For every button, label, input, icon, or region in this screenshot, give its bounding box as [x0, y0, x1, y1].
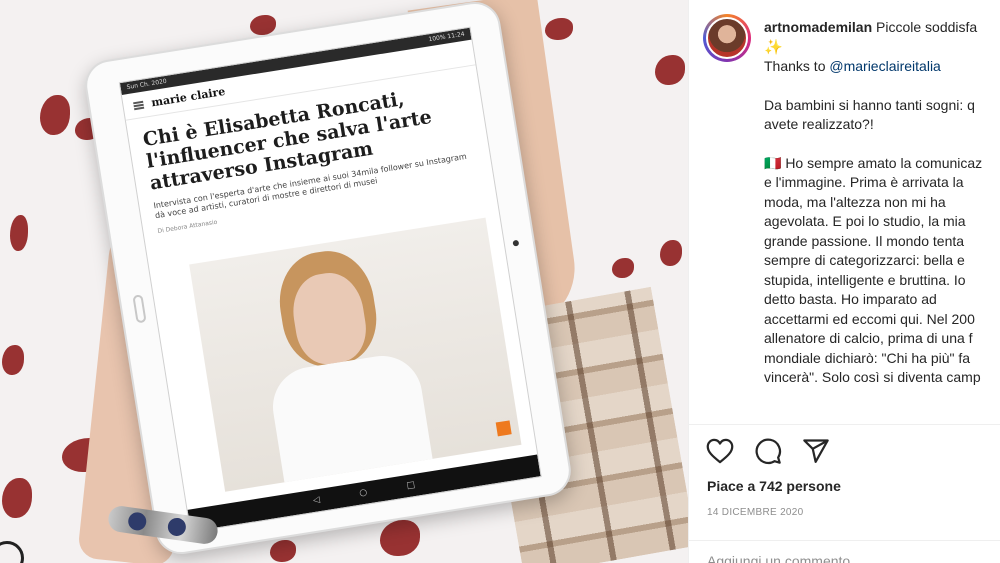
tablet-home-button	[132, 294, 147, 324]
caption-line: vincerà". Solo così si diventa camp	[764, 369, 981, 385]
rose-petal	[660, 240, 682, 266]
send-icon[interactable]	[801, 436, 831, 466]
caption-line: grande passione. Il mondo tenta	[764, 232, 965, 249]
caption-line: accettarmi ed eccomi qui. Nel 200	[764, 310, 975, 327]
caption-line: e l'immagine. Prima è arrivata la	[764, 174, 964, 190]
rose-petal	[380, 520, 420, 556]
comment-input[interactable]: Aggiungi un commento...	[707, 553, 862, 563]
divider	[689, 424, 1000, 425]
caption-line: allenatore di calcio, prima di una f	[764, 330, 973, 346]
post-date[interactable]: 14 DICEMBRE 2020	[707, 507, 804, 518]
caption-line: mondiale dichiarò: "Chi ha più" fa	[764, 349, 971, 366]
caption-text: artnomademilan Piccole soddisfa ✨ Thanks…	[764, 18, 1000, 388]
rose-petal	[655, 55, 685, 85]
post-side-panel: artnomademilan Piccole soddisfa ✨ Thanks…	[688, 0, 1000, 563]
portrait-face	[287, 268, 371, 369]
comment-icon[interactable]	[753, 436, 783, 466]
sparkle-icon: ✨	[764, 38, 783, 56]
caption-first-line: Piccole soddisfa	[876, 19, 978, 35]
recents-icon: □	[405, 479, 416, 492]
likes-count[interactable]: Piace a 742 persone	[707, 478, 841, 494]
share-badge-icon	[495, 420, 512, 437]
rose-petal	[2, 478, 32, 518]
caption-line: 🇮🇹 Ho sempre amato la comunicaz	[764, 154, 983, 171]
heart-icon[interactable]	[705, 436, 735, 466]
mention-link[interactable]: @marieclaireitalia	[829, 58, 940, 74]
avatar-image	[706, 17, 748, 59]
tablet-screen: Sun Ch. 2020 100% 11:24 marie claire Chi…	[118, 26, 542, 533]
rose-petal	[2, 345, 24, 375]
carousel-indicator-icon[interactable]	[0, 541, 24, 563]
avatar[interactable]	[703, 14, 751, 62]
bracelet-gem	[127, 511, 148, 532]
username-link[interactable]: artnomademilan	[764, 19, 872, 35]
post-actions	[705, 436, 831, 466]
article-photo	[189, 217, 522, 492]
caption-line: detto basta. Ho imparato ad	[764, 291, 937, 307]
rose-petal	[250, 15, 276, 35]
rose-petal	[10, 215, 28, 251]
divider	[689, 540, 1000, 541]
rose-petal	[40, 95, 70, 135]
caption-line: sempre di categorizzarci: bella e	[764, 252, 965, 268]
portrait-body	[267, 350, 433, 483]
menu-icon	[133, 100, 145, 110]
rose-petal	[270, 540, 296, 562]
back-icon: ◁	[312, 495, 321, 507]
home-icon: ○	[358, 487, 368, 499]
caption-line: Da bambini si hanno tanti sogni: q	[764, 96, 975, 113]
post-photo[interactable]: Sun Ch. 2020 100% 11:24 marie claire Chi…	[0, 0, 688, 563]
caption-area[interactable]: artnomademilan Piccole soddisfa ✨ Thanks…	[689, 0, 1000, 420]
tablet-camera	[512, 239, 520, 247]
rose-petal	[612, 258, 634, 278]
caption-line: agevolata. E poi lo studio, la mia	[764, 213, 966, 229]
thanks-prefix: Thanks to	[764, 58, 826, 74]
tablet: Sun Ch. 2020 100% 11:24 marie claire Chi…	[81, 0, 575, 558]
bracelet-gem	[166, 516, 188, 538]
caption-line: moda, ma l'altezza non mi ha	[764, 193, 946, 210]
caption-line: avete realizzato?!	[764, 116, 874, 132]
rose-petal	[545, 18, 573, 40]
caption-line: stupida, intelligente e bruttina. Io	[764, 271, 966, 288]
